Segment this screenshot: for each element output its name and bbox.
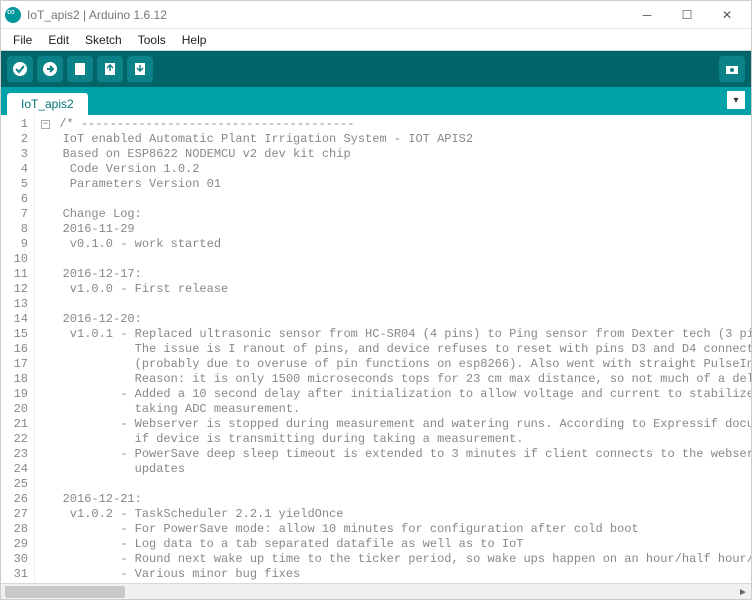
code-line[interactable]: - Log data to a tab separated datafile a… xyxy=(41,537,751,552)
close-button[interactable]: ✕ xyxy=(707,2,747,28)
minimize-button[interactable]: ─ xyxy=(627,2,667,28)
code-line[interactable]: - Various minor bug fixes xyxy=(41,567,751,582)
line-number: 5 xyxy=(1,177,28,192)
new-button[interactable] xyxy=(67,56,93,82)
code-line[interactable]: Reason: it is only 1500 microseconds top… xyxy=(41,372,751,387)
code-line[interactable]: - PowerSave deep sleep timeout is extend… xyxy=(41,447,751,462)
code-line[interactable] xyxy=(41,252,751,267)
line-number: 1 xyxy=(1,117,28,132)
code-line[interactable] xyxy=(41,297,751,312)
line-number: 16 xyxy=(1,342,28,357)
tab-sketch[interactable]: IoT_apis2 xyxy=(7,93,88,115)
code-line[interactable]: − /* -----------------------------------… xyxy=(41,117,751,132)
line-number: 24 xyxy=(1,462,28,477)
code-line[interactable]: if device is transmitting during taking … xyxy=(41,432,751,447)
code-line[interactable]: Code Version 1.0.2 xyxy=(41,162,751,177)
line-number: 25 xyxy=(1,477,28,492)
line-number: 31 xyxy=(1,567,28,582)
line-number: 27 xyxy=(1,507,28,522)
code-line[interactable]: 2016-12-21: xyxy=(41,492,751,507)
code-line[interactable] xyxy=(41,477,751,492)
code-line[interactable]: v1.0.1 - Replaced ultrasonic sensor from… xyxy=(41,327,751,342)
line-number: 17 xyxy=(1,357,28,372)
line-number: 15 xyxy=(1,327,28,342)
line-number: 3 xyxy=(1,147,28,162)
code-line[interactable]: v1.0.2 - TaskScheduler 2.2.1 yieldOnce xyxy=(41,507,751,522)
serial-monitor-button[interactable] xyxy=(719,56,745,82)
code-line[interactable]: The issue is I ranout of pins, and devic… xyxy=(41,342,751,357)
code-line[interactable]: v0.1.0 - work started xyxy=(41,237,751,252)
line-number: 26 xyxy=(1,492,28,507)
code-line[interactable]: 2016-12-17: xyxy=(41,267,751,282)
upload-button[interactable] xyxy=(37,56,63,82)
code-line[interactable]: 2016-12-20: xyxy=(41,312,751,327)
horizontal-scrollbar[interactable]: ◄ ► xyxy=(1,583,751,599)
tab-menu-button[interactable]: ▾ xyxy=(727,91,745,109)
line-number: 4 xyxy=(1,162,28,177)
code-line[interactable]: - Webserver is stopped during measuremen… xyxy=(41,417,751,432)
menu-tools[interactable]: Tools xyxy=(130,31,174,49)
line-number: 30 xyxy=(1,552,28,567)
code-editor[interactable]: 1234567891011121314151617181920212223242… xyxy=(1,115,751,583)
line-number: 9 xyxy=(1,237,28,252)
scrollbar-thumb[interactable] xyxy=(5,586,125,598)
toolbar xyxy=(1,51,751,87)
line-number: 22 xyxy=(1,432,28,447)
code-line[interactable]: (probably due to overuse of pin function… xyxy=(41,357,751,372)
menu-bar: File Edit Sketch Tools Help xyxy=(1,29,751,51)
code-line[interactable]: Based on ESP8622 NODEMCU v2 dev kit chip xyxy=(41,147,751,162)
code-line[interactable]: 2016-11-29 xyxy=(41,222,751,237)
code-line[interactable]: IoT enabled Automatic Plant Irrigation S… xyxy=(41,132,751,147)
line-number: 8 xyxy=(1,222,28,237)
line-number: 11 xyxy=(1,267,28,282)
code-line[interactable]: - For PowerSave mode: allow 10 minutes f… xyxy=(41,522,751,537)
line-number: 10 xyxy=(1,252,28,267)
title-bar: IoT_apis2 | Arduino 1.6.12 ─ ☐ ✕ xyxy=(1,1,751,29)
line-number: 29 xyxy=(1,537,28,552)
tab-bar: IoT_apis2 ▾ xyxy=(1,87,751,115)
line-number: 13 xyxy=(1,297,28,312)
line-number: 28 xyxy=(1,522,28,537)
arduino-logo-icon xyxy=(5,7,21,23)
line-numbers: 1234567891011121314151617181920212223242… xyxy=(1,115,35,583)
save-button[interactable] xyxy=(127,56,153,82)
code-line[interactable]: Change Log: xyxy=(41,207,751,222)
open-button[interactable] xyxy=(97,56,123,82)
menu-sketch[interactable]: Sketch xyxy=(77,31,130,49)
code-area[interactable]: − /* -----------------------------------… xyxy=(35,115,751,583)
code-line[interactable]: updates xyxy=(41,462,751,477)
code-line[interactable]: - Round next wake up time to the ticker … xyxy=(41,552,751,567)
line-number: 23 xyxy=(1,447,28,462)
line-number: 12 xyxy=(1,282,28,297)
code-line[interactable]: taking ADC measurement. xyxy=(41,402,751,417)
line-number: 18 xyxy=(1,372,28,387)
window-title: IoT_apis2 | Arduino 1.6.12 xyxy=(27,8,627,22)
code-line[interactable]: - Added a 10 second delay after initiali… xyxy=(41,387,751,402)
scroll-right-icon[interactable]: ► xyxy=(735,584,751,600)
line-number: 6 xyxy=(1,192,28,207)
code-line[interactable] xyxy=(41,192,751,207)
fold-toggle-icon[interactable]: − xyxy=(41,120,50,129)
verify-button[interactable] xyxy=(7,56,33,82)
line-number: 21 xyxy=(1,417,28,432)
line-number: 20 xyxy=(1,402,28,417)
menu-edit[interactable]: Edit xyxy=(40,31,77,49)
menu-file[interactable]: File xyxy=(5,31,40,49)
code-line[interactable]: v1.0.0 - First release xyxy=(41,282,751,297)
line-number: 19 xyxy=(1,387,28,402)
menu-help[interactable]: Help xyxy=(174,31,215,49)
maximize-button[interactable]: ☐ xyxy=(667,2,707,28)
line-number: 2 xyxy=(1,132,28,147)
code-line[interactable]: Parameters Version 01 xyxy=(41,177,751,192)
line-number: 14 xyxy=(1,312,28,327)
line-number: 7 xyxy=(1,207,28,222)
